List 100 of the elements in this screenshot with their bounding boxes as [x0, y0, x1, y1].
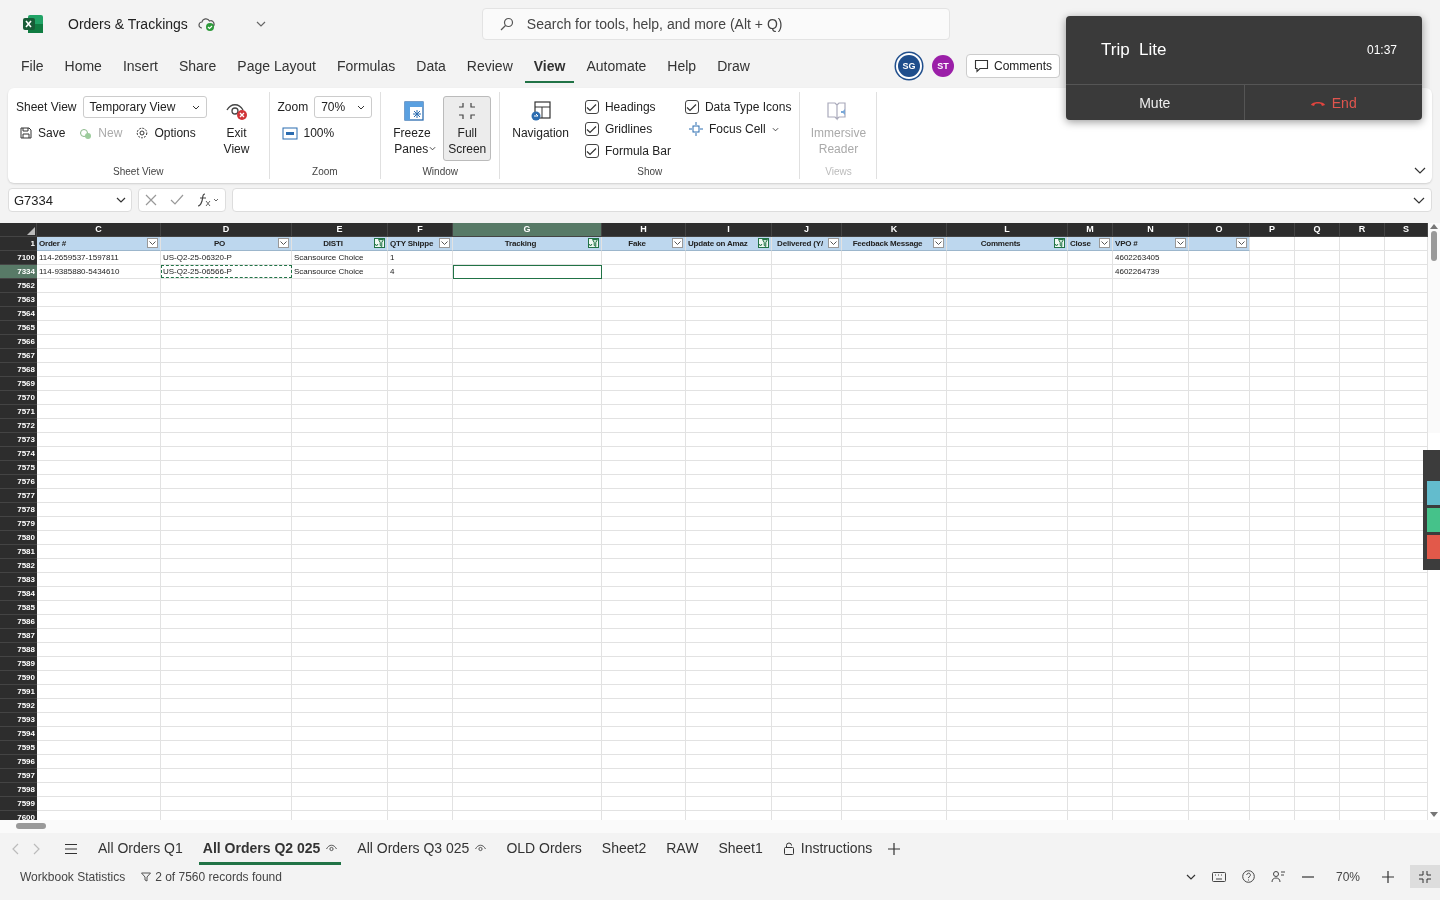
sheet-view-dropdown[interactable]: Temporary View	[82, 96, 207, 118]
row-header[interactable]: 7100	[0, 251, 37, 265]
filter-button[interactable]	[374, 238, 385, 248]
zoom-100-button[interactable]: 100%	[277, 124, 339, 142]
row-header[interactable]: 7568	[0, 363, 37, 377]
user-avatar[interactable]: ST	[932, 55, 954, 77]
row-header[interactable]: 7580	[0, 531, 37, 545]
comments-button[interactable]: Comments	[966, 54, 1060, 78]
filter-button[interactable]	[933, 238, 944, 248]
search-field[interactable]: Search for tools, help, and more (Alt + Q)	[481, 8, 950, 40]
column-header[interactable]: H	[602, 223, 686, 237]
row-header[interactable]: 7598	[0, 783, 37, 797]
column-header[interactable]: M	[1068, 223, 1113, 237]
filter-button[interactable]	[1175, 238, 1186, 248]
sheet-tab[interactable]: All Orders Q3 025	[353, 833, 491, 865]
freeze-panes-button[interactable]: Freeze Panes	[389, 96, 440, 161]
people-icon[interactable]	[1270, 870, 1286, 883]
row-header[interactable]: 7566	[0, 335, 37, 349]
select-all-button[interactable]	[0, 223, 37, 237]
row-header[interactable]: 7576	[0, 475, 37, 489]
zoom-out-icon[interactable]	[1301, 875, 1314, 878]
column-header[interactable]: R	[1340, 223, 1385, 237]
row-header[interactable]: 7563	[0, 293, 37, 307]
row-header[interactable]: 7573	[0, 433, 37, 447]
keyboard-icon[interactable]	[1211, 871, 1226, 882]
menu-tab[interactable]: Data	[407, 49, 455, 83]
row-header[interactable]: 7569	[0, 377, 37, 391]
sheet-tab[interactable]: OLD Orders	[502, 833, 586, 865]
filter-button[interactable]	[1054, 238, 1065, 248]
row-header[interactable]: 7567	[0, 349, 37, 363]
row-header[interactable]: 7591	[0, 685, 37, 699]
row-header[interactable]: 7586	[0, 615, 37, 629]
menu-icon[interactable]	[64, 843, 78, 855]
save-button[interactable]: Save	[16, 124, 70, 142]
menu-tab[interactable]: Insert	[113, 49, 167, 83]
column-header[interactable]: E	[292, 223, 388, 237]
sheet-tab[interactable]: Instructions	[778, 833, 877, 865]
row-header[interactable]: 7572	[0, 419, 37, 433]
checkbox[interactable]: Headings	[584, 96, 671, 118]
row-header[interactable]: 7594	[0, 727, 37, 741]
full-screen-button[interactable]: Full Screen	[443, 96, 492, 161]
row-header[interactable]: 7578	[0, 503, 37, 517]
row-header[interactable]: 7587	[0, 629, 37, 643]
row-header[interactable]: 7588	[0, 643, 37, 657]
check-icon[interactable]	[170, 194, 184, 206]
sheet-tab[interactable]: All Orders Q1	[94, 833, 187, 865]
sheet-tab[interactable]: Sheet2	[597, 833, 651, 865]
filter-button[interactable]	[147, 238, 158, 248]
cancel-icon[interactable]	[145, 194, 158, 206]
row-header[interactable]: 7590	[0, 671, 37, 685]
column-header[interactable]: P	[1250, 223, 1295, 237]
menu-tab[interactable]: Draw	[708, 49, 759, 83]
row-header[interactable]: 7579	[0, 517, 37, 531]
sheet-tab[interactable]: RAW	[662, 833, 703, 865]
row-header[interactable]: 7562	[0, 279, 37, 293]
row-header[interactable]: 7584	[0, 587, 37, 601]
row-header[interactable]: 7577	[0, 489, 37, 503]
filter-button[interactable]	[1236, 238, 1247, 248]
row-header[interactable]: 7589	[0, 657, 37, 671]
row-header[interactable]: 7585	[0, 601, 37, 615]
row-header[interactable]: 7583	[0, 573, 37, 587]
scroll-down-icon[interactable]	[1430, 812, 1438, 817]
column-header[interactable]: C	[37, 223, 161, 237]
filter-button[interactable]	[758, 238, 769, 248]
zoom-level[interactable]: 70%	[1335, 869, 1360, 884]
column-header[interactable]: J	[772, 223, 842, 237]
menu-tab[interactable]: Home	[55, 49, 111, 83]
help-icon[interactable]	[1241, 870, 1255, 883]
add-sheet-icon[interactable]	[888, 843, 901, 855]
row-header[interactable]: 7581	[0, 545, 37, 559]
row-header[interactable]: 7574	[0, 447, 37, 461]
menu-tab[interactable]: Automate	[577, 49, 656, 83]
menu-tab[interactable]: Review	[457, 49, 522, 83]
options-button[interactable]: Options	[132, 124, 200, 142]
vertical-scrollbar[interactable]	[1428, 223, 1440, 433]
zoom-dropdown[interactable]: 70%	[314, 96, 373, 118]
menu-tab[interactable]: Help	[658, 49, 706, 83]
mute-button[interactable]: Mute	[1066, 85, 1244, 120]
column-header[interactable]: D	[161, 223, 292, 237]
column-header[interactable]: L	[947, 223, 1068, 237]
row-header[interactable]: 7599	[0, 797, 37, 811]
column-header[interactable]: Q	[1295, 223, 1340, 237]
checkbox[interactable]: Formula Bar	[584, 140, 671, 162]
workbook-statistics[interactable]: Workbook Statistics	[20, 869, 126, 884]
column-header[interactable]: F	[388, 223, 453, 237]
column-header[interactable]: I	[686, 223, 772, 237]
row-header[interactable]: 7570	[0, 391, 37, 405]
column-header[interactable]: O	[1189, 223, 1250, 237]
zoom-in-icon[interactable]	[1382, 870, 1394, 883]
row-header[interactable]: 7582	[0, 559, 37, 573]
checkbox[interactable]: Data Type Icons	[684, 96, 792, 118]
menu-tab[interactable]: Page Layout	[228, 49, 325, 83]
filter-button[interactable]	[439, 238, 450, 248]
row-header[interactable]: 7595	[0, 741, 37, 755]
filter-button[interactable]	[278, 238, 289, 248]
row-header[interactable]: 7597	[0, 769, 37, 783]
exit-view-button[interactable]: Exit View	[212, 96, 261, 161]
row-header[interactable]: 7564	[0, 307, 37, 321]
row-header[interactable]: 7593	[0, 713, 37, 727]
menu-tab[interactable]: Formulas	[327, 49, 405, 83]
